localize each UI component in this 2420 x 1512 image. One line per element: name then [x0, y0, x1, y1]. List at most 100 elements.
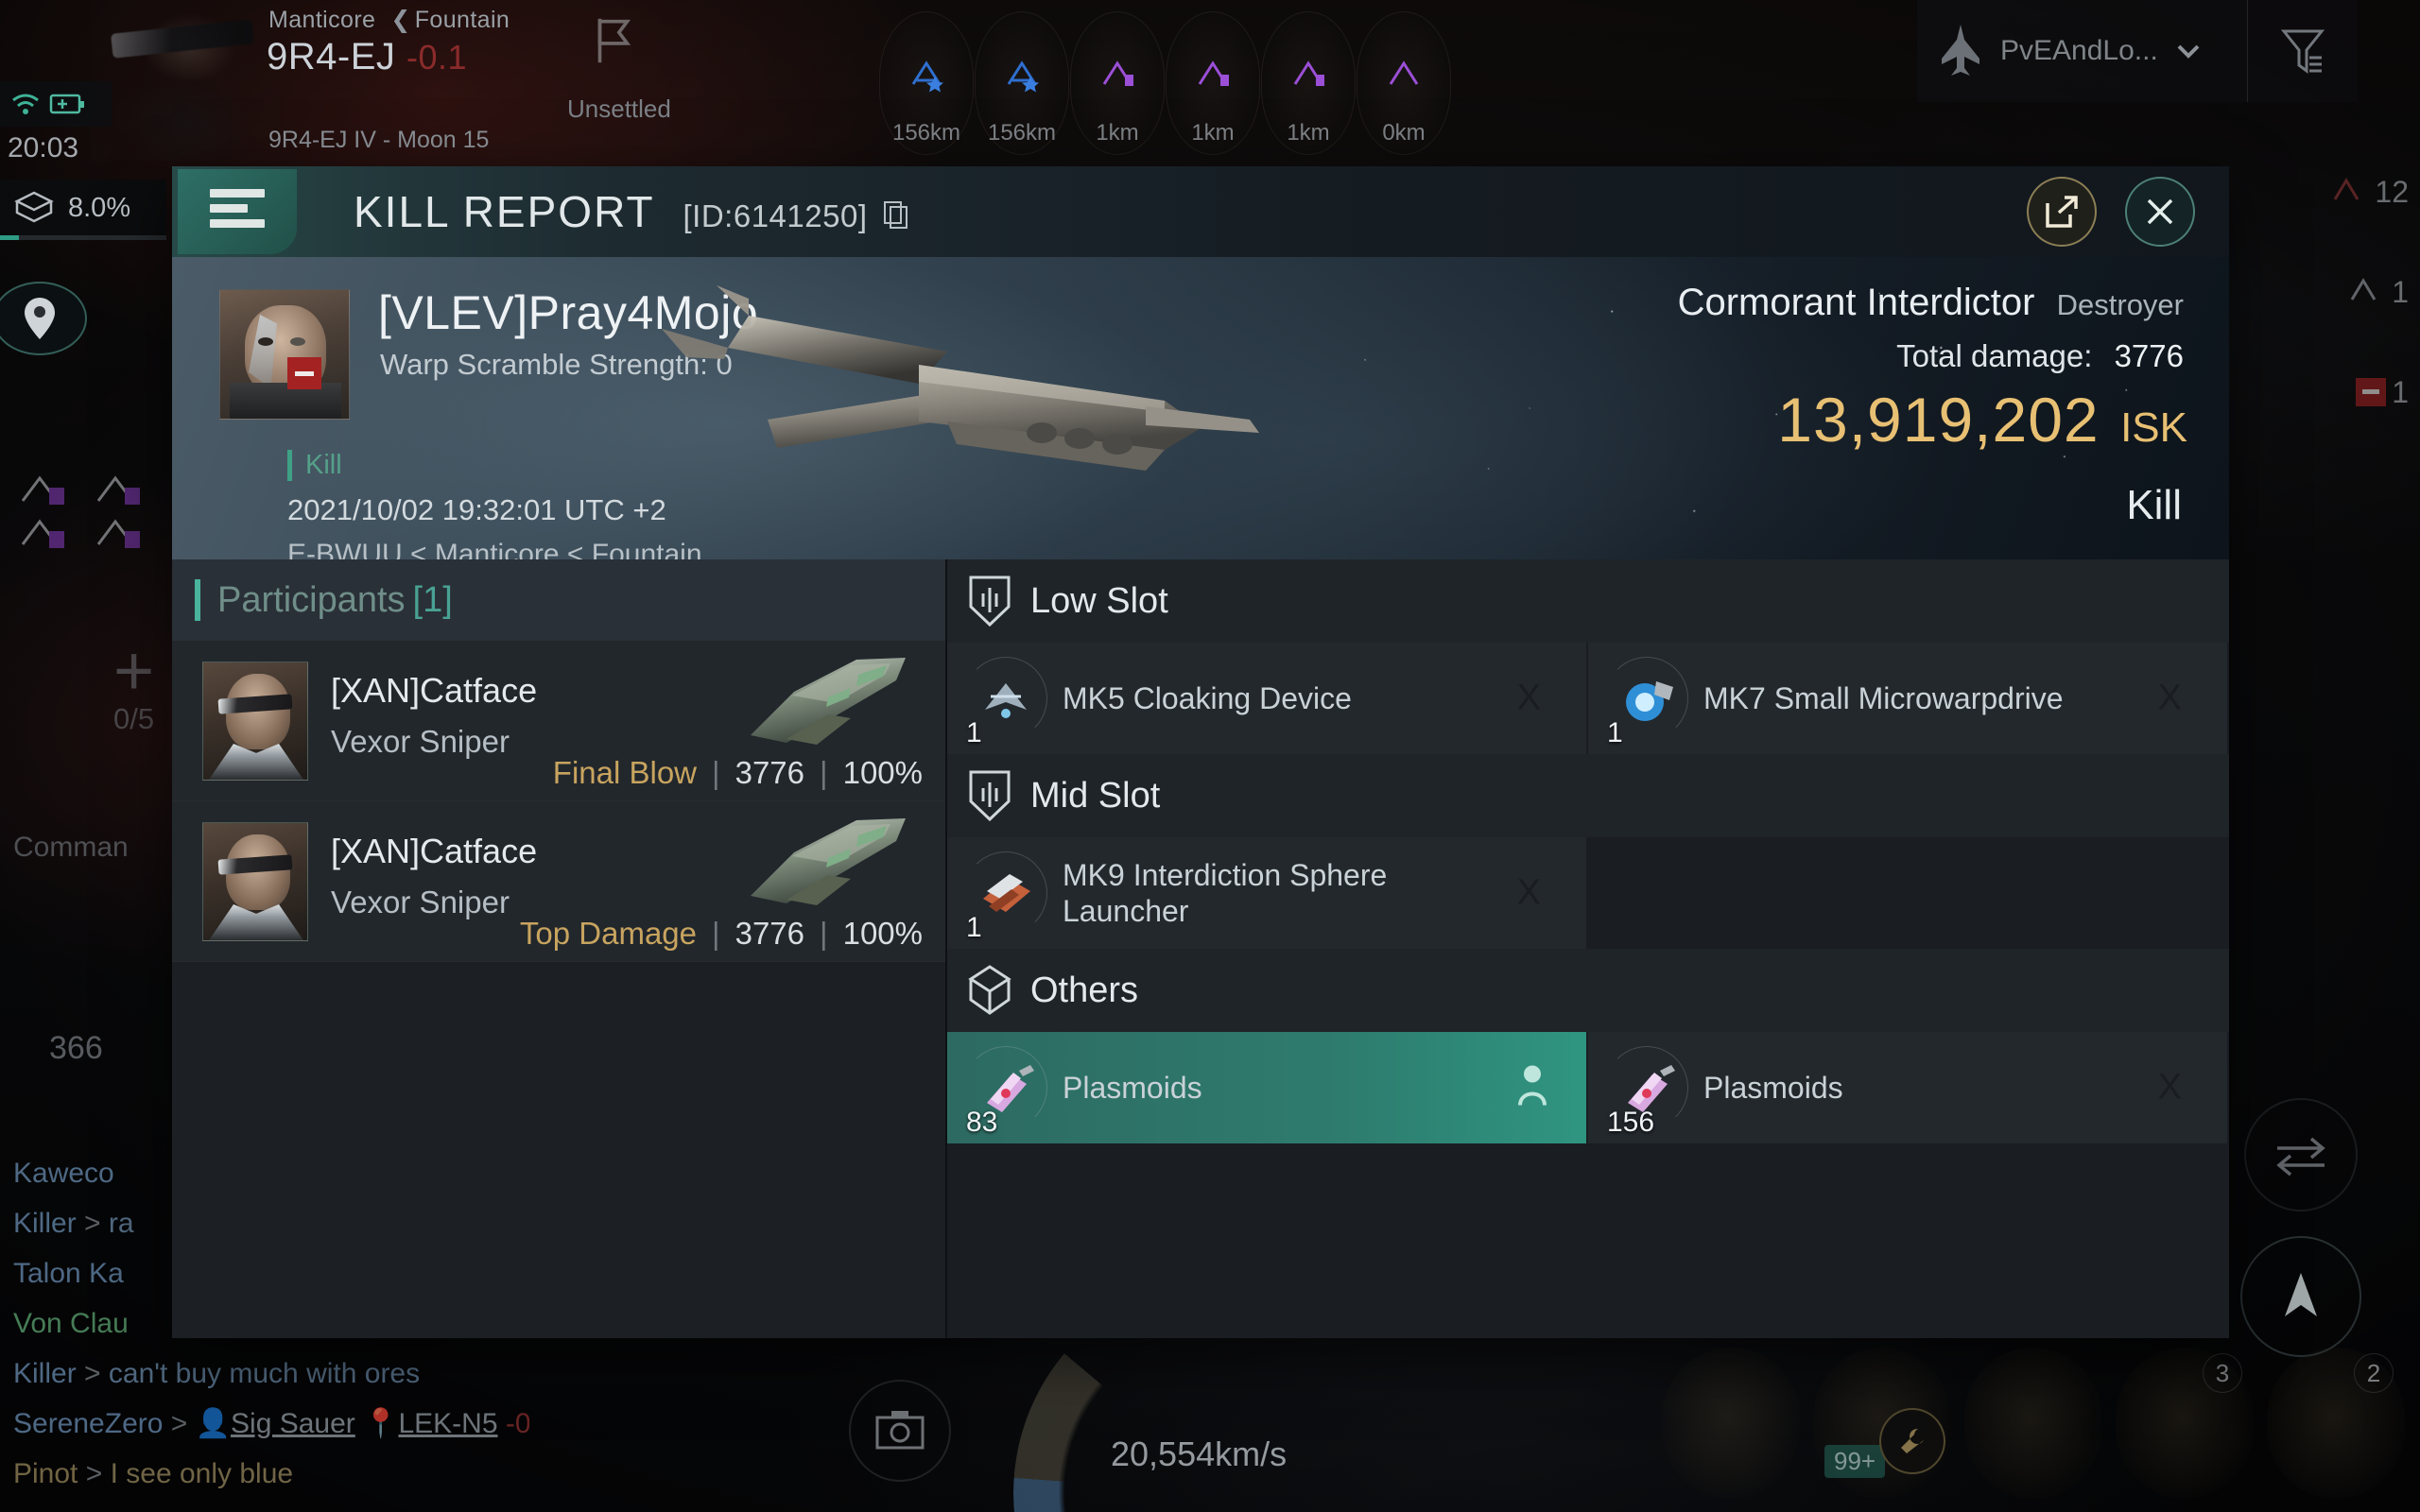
drone-bay-control[interactable]: + 0/5	[113, 635, 154, 736]
item-remove-icon[interactable]: X	[2158, 1068, 2182, 1108]
module-slot[interactable]	[1964, 1348, 2102, 1499]
chat-player-link[interactable]: Sig Sauer	[231, 1408, 355, 1439]
section-header-others: Others	[947, 949, 2229, 1032]
fitting-item[interactable]: 156 Plasmoids X	[1588, 1032, 2227, 1143]
rail-count: 1	[2392, 374, 2409, 409]
item-remove-icon[interactable]: X	[1517, 873, 1541, 914]
hamburger-icon	[210, 189, 265, 234]
battery-icon	[49, 94, 84, 114]
compass-button[interactable]	[2240, 1236, 2361, 1357]
item-quantity: 1	[1607, 717, 1623, 748]
fitting-panel: Low Slot 1 MK5 Cloaking Device X 1 MK7 S…	[947, 559, 2229, 1338]
swap-arrows-icon	[2276, 1137, 2325, 1177]
section-title: Others	[1030, 970, 1139, 1010]
participant-name[interactable]: [XAN]Catface	[331, 671, 537, 711]
target-marker[interactable]: 1km	[1070, 11, 1165, 155]
filter-button[interactable]	[2248, 0, 2358, 102]
chat-location-link[interactable]: LEK-N5	[398, 1408, 497, 1439]
rail-entry[interactable]: 12	[2314, 142, 2409, 242]
ship-marker-purple-icon	[1389, 60, 1419, 85]
ship-marker	[93, 472, 140, 505]
ship-marker	[93, 516, 140, 548]
rail-entry[interactable]: 1	[2314, 342, 2409, 442]
chat-message: ra	[108, 1208, 134, 1239]
repair-button[interactable]	[1879, 1408, 1945, 1474]
fitting-item[interactable]: 1 MK7 Small Microwarpdrive X	[1588, 643, 2227, 754]
dialog-actions	[2027, 177, 2195, 247]
participant-stats: Final Blow | 3776 | 100%	[552, 755, 923, 790]
page-title: KILL REPORT [ID:6141250]	[354, 186, 908, 237]
cargo-percent: 8.0%	[68, 192, 131, 223]
microwarpdrive-icon: 1	[1603, 655, 1690, 748]
chat-nick[interactable]: SereneZero	[13, 1408, 163, 1439]
target-distance: 156km	[891, 120, 961, 146]
system-name[interactable]: 9R4-EJ -0.1	[267, 36, 467, 78]
module-slot[interactable]: 2	[2267, 1348, 2405, 1499]
fleet-selector[interactable]: PvEAndLo...	[1917, 0, 2248, 102]
target-marker[interactable]: 0km	[1357, 11, 1451, 155]
camera-icon	[875, 1411, 925, 1450]
fitting-item[interactable]: 1 MK9 Interdiction Sphere Launcher X	[947, 837, 1586, 949]
sovereignty-status: Unsettled	[567, 94, 671, 123]
ship-marker-blue-icon	[1007, 60, 1039, 93]
avatar[interactable]	[202, 822, 308, 941]
module-slot[interactable]	[1662, 1348, 1800, 1499]
chat-nick[interactable]: Talon Ka	[13, 1258, 124, 1289]
chat-nick[interactable]: Von Clau	[13, 1308, 129, 1339]
ship-type: Cormorant Interdictor	[1677, 282, 2035, 323]
target-marker[interactable]: 156km	[879, 11, 974, 155]
chat-line: SereneZero > 👤Sig Sauer 📍LEK-N5 -0.6	[13, 1399, 529, 1449]
module-slot[interactable]: 3	[2116, 1348, 2254, 1499]
swap-view-button[interactable]	[2244, 1098, 2358, 1211]
region-breadcrumb[interactable]: Manticore ❮ Fountain	[268, 6, 510, 34]
item-name: Plasmoids	[1063, 1071, 1202, 1105]
item-quantity: 156	[1607, 1107, 1655, 1138]
item-remove-icon[interactable]: X	[1517, 679, 1541, 719]
participant-name[interactable]: [XAN]Catface	[331, 832, 537, 871]
chat-nick[interactable]: Killer	[13, 1208, 77, 1239]
isk-currency: ISK	[2120, 404, 2187, 451]
victim-banner: [VLEV]Pray4Mojo Warp Scramble Strength: …	[172, 257, 2229, 559]
item-remove-icon[interactable]: X	[2158, 679, 2182, 719]
menu-button[interactable]	[178, 169, 297, 254]
vexor-ship-icon	[751, 818, 906, 905]
close-button[interactable]	[2125, 177, 2195, 247]
rail-entry[interactable]: 1	[2314, 242, 2409, 342]
item-grid: 1 MK5 Cloaking Device X 1 MK7 Small Micr…	[947, 643, 2229, 754]
target-marker[interactable]: 156km	[975, 11, 1069, 155]
chat-nick[interactable]: Kaweco	[13, 1158, 114, 1189]
module-slot[interactable]: 99+	[1813, 1348, 1951, 1499]
dialog-header: KILL REPORT [ID:6141250]	[172, 166, 2229, 257]
table-row[interactable]: [XAN]Catface Vexor Sniper Final Blow | 3…	[172, 641, 945, 801]
chat-arrow: >	[84, 1208, 101, 1239]
screenshot-button[interactable]	[849, 1380, 951, 1482]
target-marker[interactable]: 1km	[1166, 11, 1260, 155]
target-marker[interactable]: 1km	[1261, 11, 1356, 155]
right-status-rail: 12 1 1	[2314, 142, 2409, 442]
share-button[interactable]	[2027, 177, 2097, 247]
kill-status-badge: Kill	[287, 450, 342, 481]
cargo-capacity-indicator[interactable]: 8.0%	[0, 180, 166, 236]
fitting-item[interactable]: 83 Plasmoids	[947, 1032, 1586, 1143]
participant-damage: 3776	[735, 755, 805, 790]
copy-icon[interactable]	[884, 201, 908, 237]
map-pin-icon	[25, 298, 55, 339]
chat-nick[interactable]: Pinot	[13, 1458, 78, 1489]
plasmoid-icon: 156	[1603, 1044, 1690, 1138]
victim-avatar[interactable]	[219, 289, 350, 420]
table-row[interactable]: [XAN]Catface Vexor Sniper Top Damage | 3…	[172, 801, 945, 962]
ship-marker	[17, 472, 64, 505]
participants-header: Participants [1]	[172, 559, 945, 641]
avatar[interactable]	[202, 662, 308, 781]
item-grid: 83 Plasmoids 156 Plasmoids X	[947, 1032, 2229, 1143]
launcher-icon: 1	[962, 850, 1049, 943]
neutral-marker-icon	[2350, 278, 2377, 301]
destroyer-ship-render	[662, 285, 1259, 471]
looted-by-person-icon[interactable]	[1516, 1064, 1548, 1112]
fitting-item[interactable]: 1 MK5 Cloaking Device X	[947, 643, 1586, 754]
item-quantity: 1	[966, 912, 982, 943]
item-name: MK9 Interdiction Sphere Launcher	[1063, 858, 1388, 928]
section-header-low-slot: Low Slot	[947, 559, 2229, 643]
chat-nick[interactable]: Killer	[13, 1358, 77, 1389]
navigation-arrow-icon	[2285, 1273, 2317, 1316]
